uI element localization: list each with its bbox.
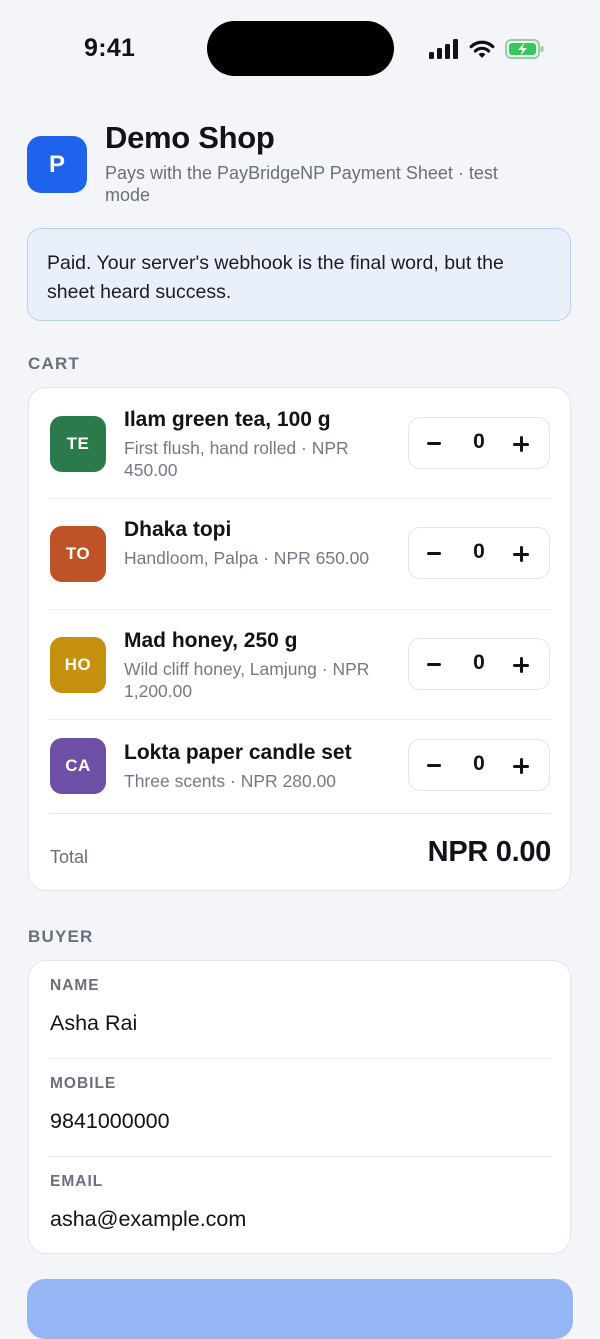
dynamic-island <box>207 21 394 76</box>
wifi-icon <box>469 40 495 58</box>
page-subtitle: Pays with the PayBridgeNP Payment Sheet … <box>105 163 498 205</box>
cart-item-mad-honey: HO Mad honey, 250 g Wild cliff honey, La… <box>49 610 551 720</box>
cart-item-badge: TE <box>50 416 106 472</box>
total-value: NPR 0.00 <box>427 836 552 868</box>
name-input[interactable] <box>50 1011 540 1036</box>
cart-item-name: Mad honey, 250 g <box>124 629 298 652</box>
quantity-value: 0 <box>473 752 485 775</box>
email-input[interactable] <box>50 1207 540 1232</box>
quantity-stepper[interactable]: 0 <box>408 739 550 791</box>
minus-icon[interactable] <box>427 552 441 555</box>
page-title: Demo Shop <box>105 120 275 155</box>
cart-item-description: Wild cliff honey, Lamjung · NPR 1,200.00 <box>124 659 370 701</box>
minus-icon[interactable] <box>427 764 441 767</box>
quantity-stepper[interactable]: 0 <box>408 638 550 690</box>
pay-button[interactable] <box>27 1279 573 1339</box>
cart-item-name: Dhaka topi <box>124 518 232 541</box>
cart-item-description: First flush, hand rolled · NPR 450.00 <box>124 438 349 480</box>
plus-icon[interactable] <box>513 758 529 774</box>
cart-item-name: Lokta paper candle set <box>124 741 352 764</box>
status-icons <box>429 36 545 62</box>
buyer-card: NAME MOBILE EMAIL <box>28 960 571 1254</box>
minus-icon[interactable] <box>427 663 441 666</box>
cart-item-green-tea: TE Ilam green tea, 100 g First flush, ha… <box>49 388 551 498</box>
mobile-field: MOBILE <box>49 1059 551 1157</box>
status-time: 9:41 <box>84 34 136 62</box>
battery-charging-icon <box>505 39 544 59</box>
shop-header: P Demo Shop Pays with the PayBridgeNP Pa… <box>27 120 572 210</box>
cart-total-row: Total NPR 0.00 <box>49 813 551 874</box>
cart-card: TE Ilam green tea, 100 g First flush, ha… <box>28 387 571 891</box>
cart-item-dhaka-topi: TO Dhaka topi Handloom, Palpa · NPR 650.… <box>49 499 551 609</box>
plus-icon[interactable] <box>513 436 529 452</box>
cart-section-label: CART <box>28 354 81 373</box>
quantity-stepper[interactable]: 0 <box>408 417 550 469</box>
quantity-value: 0 <box>473 540 485 563</box>
plus-icon[interactable] <box>513 546 529 562</box>
quantity-stepper[interactable]: 0 <box>408 527 550 579</box>
buyer-section-label: BUYER <box>28 927 94 946</box>
total-label: Total <box>50 847 89 867</box>
cart-item-description: Three scents · NPR 280.00 <box>124 771 337 791</box>
quantity-value: 0 <box>473 430 485 453</box>
shop-logo-icon: P <box>27 136 87 193</box>
field-label: NAME <box>50 977 100 994</box>
mobile-input[interactable] <box>50 1109 540 1134</box>
plus-icon[interactable] <box>513 657 529 673</box>
cart-item-badge: CA <box>50 738 106 794</box>
name-field: NAME <box>49 961 551 1059</box>
field-label: EMAIL <box>50 1173 104 1190</box>
email-field: EMAIL <box>49 1157 551 1255</box>
field-label: MOBILE <box>50 1075 117 1092</box>
cart-item-name: Ilam green tea, 100 g <box>124 408 331 431</box>
cart-item-badge: HO <box>50 637 106 693</box>
signal-icon <box>429 39 458 59</box>
payment-status-notice: Paid. Your server's webhook is the final… <box>27 228 571 321</box>
cart-item-badge: TO <box>50 526 106 582</box>
cart-item-description: Handloom, Palpa · NPR 650.00 <box>124 548 370 568</box>
minus-icon[interactable] <box>427 442 441 445</box>
status-bar: 9:41 <box>0 0 600 96</box>
quantity-value: 0 <box>473 651 485 674</box>
